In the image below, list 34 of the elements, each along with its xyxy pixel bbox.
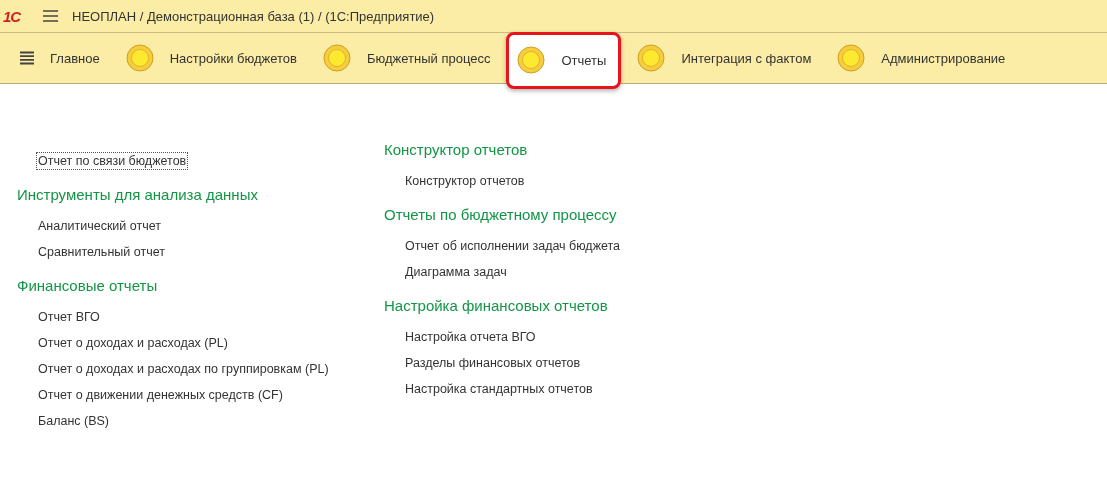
app-logo: 1С xyxy=(3,7,22,25)
section-tab[interactable]: Бюджетный процесс xyxy=(312,33,501,83)
menu-icon[interactable] xyxy=(43,10,58,22)
circle-icon xyxy=(517,46,546,74)
section-tab[interactable]: Отчеты xyxy=(506,31,622,89)
report-link[interactable]: Настройка отчета ВГО xyxy=(403,328,538,346)
circle-icon xyxy=(125,44,154,72)
section-tab[interactable]: Интеграция с фактом xyxy=(627,33,822,83)
section-tab[interactable]: Главное xyxy=(10,33,110,83)
group-heading: Отчеты по бюджетному процессу xyxy=(384,206,618,223)
circle-icon xyxy=(322,44,351,72)
group-heading: Конструктор отчетов xyxy=(384,141,529,158)
report-link[interactable]: Отчет ВГО xyxy=(36,308,102,326)
window-title: НЕОПЛАН / Демонстрационная база (1) / (1С:Предприятие) xyxy=(72,8,435,24)
section-tab[interactable]: Администрирование xyxy=(827,33,1016,83)
report-link[interactable]: Отчет об исполнении задач бюджета xyxy=(403,237,623,255)
report-link[interactable]: Баланс (BS) xyxy=(36,412,112,430)
report-link[interactable]: Конструктор отчетов xyxy=(403,172,527,190)
report-link[interactable]: Отчет о доходах и расходах по группировкам (PL) xyxy=(36,360,331,378)
circle-icon xyxy=(837,44,866,72)
report-link[interactable]: Настройка стандартных отчетов xyxy=(403,380,595,398)
circle-icon xyxy=(637,44,666,72)
report-link[interactable]: Отчет по связи бюджетов xyxy=(36,152,189,170)
section-tab[interactable]: Настройки бюджетов xyxy=(115,33,307,83)
group-heading: Финансовые отчеты xyxy=(17,277,159,294)
report-link[interactable]: Аналитический отчет xyxy=(36,217,163,235)
report-link[interactable]: Диаграмма задач xyxy=(403,263,509,281)
menu-icon xyxy=(20,51,34,65)
group-heading: Настройка финансовых отчетов xyxy=(384,297,609,314)
report-link[interactable]: Разделы финансовых отчетов xyxy=(403,354,583,372)
report-link[interactable]: Сравнительный отчет xyxy=(36,243,167,261)
report-link[interactable]: Отчет о доходах и расходах (PL) xyxy=(36,334,230,352)
group-heading: Инструменты для анализа данных xyxy=(17,186,259,203)
report-link[interactable]: Отчет о движении денежных средств (CF) xyxy=(36,386,285,404)
